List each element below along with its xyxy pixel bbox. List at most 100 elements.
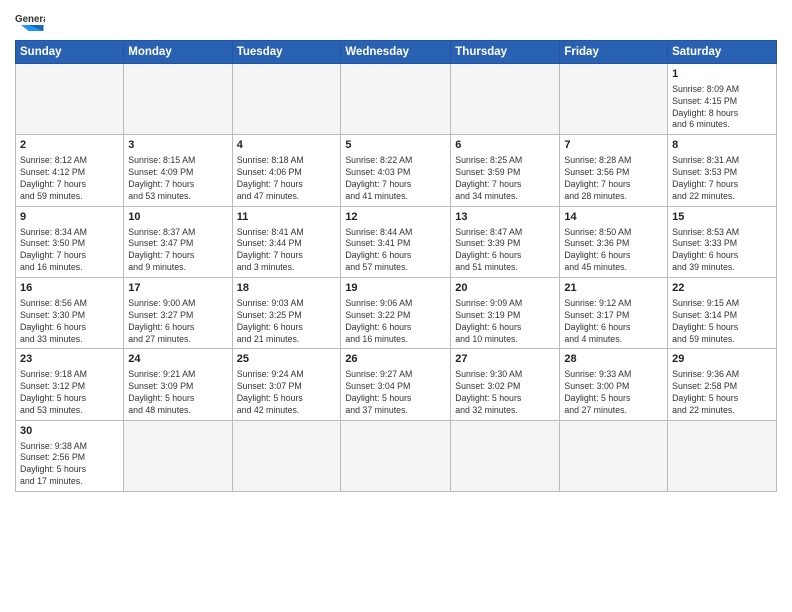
day-info: Sunrise: 9:12 AM Sunset: 3:17 PM Dayligh… [564,298,663,346]
day-info: Sunrise: 8:28 AM Sunset: 3:56 PM Dayligh… [564,155,663,203]
calendar-cell: 7 Sunrise: 8:28 AM Sunset: 3:56 PM Daylig… [560,135,668,206]
day-number: 19 [345,281,446,296]
calendar-cell [232,64,341,135]
day-number: 30 [20,424,119,439]
calendar-cell [451,64,560,135]
day-number: 17 [128,281,227,296]
calendar-cell: 3 Sunrise: 8:15 AM Sunset: 4:09 PM Daylig… [124,135,232,206]
day-number: 25 [237,352,337,367]
weekday-header-thursday: Thursday [451,41,560,64]
calendar-week-4: 16 Sunrise: 8:56 AM Sunset: 3:30 PM Dayli… [16,278,777,349]
calendar-cell [124,64,232,135]
calendar-cell: 14 Sunrise: 8:50 AM Sunset: 3:36 PM Dayli… [560,206,668,277]
day-info: Sunrise: 8:15 AM Sunset: 4:09 PM Dayligh… [128,155,227,203]
calendar-cell: 22Sunrise: 9:15 AM Sunset: 3:14 PM Dayli… [668,278,777,349]
day-info: Sunrise: 8:44 AM Sunset: 3:41 PM Dayligh… [345,227,446,275]
calendar-cell: 21 Sunrise: 9:12 AM Sunset: 3:17 PM Dayli… [560,278,668,349]
calendar-cell: 23 Sunrise: 9:18 AM Sunset: 3:12 PM Dayli… [16,349,124,420]
day-info: Sunrise: 9:33 AM Sunset: 3:00 PM Dayligh… [564,369,663,417]
day-info: Sunrise: 8:25 AM Sunset: 3:59 PM Dayligh… [455,155,555,203]
day-number: 13 [455,210,555,225]
calendar-cell: 24 Sunrise: 9:21 AM Sunset: 3:09 PM Dayli… [124,349,232,420]
calendar-cell [560,64,668,135]
weekday-header-monday: Monday [124,41,232,64]
day-number: 9 [20,210,119,225]
day-number: 11 [237,210,337,225]
day-number: 18 [237,281,337,296]
day-number: 27 [455,352,555,367]
day-number: 23 [20,352,119,367]
calendar-cell: 20 Sunrise: 9:09 AM Sunset: 3:19 PM Dayli… [451,278,560,349]
calendar-week-5: 23 Sunrise: 9:18 AM Sunset: 3:12 PM Dayli… [16,349,777,420]
weekday-header-saturday: Saturday [668,41,777,64]
calendar-cell: 28 Sunrise: 9:33 AM Sunset: 3:00 PM Dayli… [560,349,668,420]
day-number: 2 [20,138,119,153]
day-number: 3 [128,138,227,153]
calendar-cell [451,420,560,491]
calendar-cell [560,420,668,491]
calendar-cell: 6 Sunrise: 8:25 AM Sunset: 3:59 PM Daylig… [451,135,560,206]
svg-text:General: General [15,14,45,25]
calendar-cell [341,420,451,491]
day-number: 21 [564,281,663,296]
day-info: Sunrise: 9:21 AM Sunset: 3:09 PM Dayligh… [128,369,227,417]
day-number: 29 [672,352,772,367]
calendar-cell [16,64,124,135]
calendar-cell: 9 Sunrise: 8:34 AM Sunset: 3:50 PM Daylig… [16,206,124,277]
day-info: Sunrise: 8:41 AM Sunset: 3:44 PM Dayligh… [237,227,337,275]
calendar-cell: 18Sunrise: 9:03 AM Sunset: 3:25 PM Dayli… [232,278,341,349]
day-info: Sunrise: 9:27 AM Sunset: 3:04 PM Dayligh… [345,369,446,417]
weekday-header-tuesday: Tuesday [232,41,341,64]
calendar-table: SundayMondayTuesdayWednesdayThursdayFrid… [15,40,777,492]
logo-icon: General [15,10,45,34]
day-info: Sunrise: 9:06 AM Sunset: 3:22 PM Dayligh… [345,298,446,346]
day-info: Sunrise: 8:31 AM Sunset: 3:53 PM Dayligh… [672,155,772,203]
day-number: 16 [20,281,119,296]
day-number: 6 [455,138,555,153]
day-info: Sunrise: 9:09 AM Sunset: 3:19 PM Dayligh… [455,298,555,346]
calendar-cell: 16 Sunrise: 8:56 AM Sunset: 3:30 PM Dayli… [16,278,124,349]
day-info: Sunrise: 9:18 AM Sunset: 3:12 PM Dayligh… [20,369,119,417]
logo: General [15,10,49,34]
day-info: Sunrise: 8:47 AM Sunset: 3:39 PM Dayligh… [455,227,555,275]
day-info: Sunrise: 8:53 AM Sunset: 3:33 PM Dayligh… [672,227,772,275]
calendar-page: General SundayMondayTuesdayWednesdayThur… [0,0,792,612]
day-number: 28 [564,352,663,367]
calendar-cell: 13 Sunrise: 8:47 AM Sunset: 3:39 PM Dayli… [451,206,560,277]
calendar-cell: 5Sunrise: 8:22 AM Sunset: 4:03 PM Daylig… [341,135,451,206]
day-info: Sunrise: 8:18 AM Sunset: 4:06 PM Dayligh… [237,155,337,203]
calendar-week-2: 2Sunrise: 8:12 AM Sunset: 4:12 PM Daylig… [16,135,777,206]
day-info: Sunrise: 9:38 AM Sunset: 2:56 PM Dayligh… [20,441,119,489]
day-info: Sunrise: 8:09 AM Sunset: 4:15 PM Dayligh… [672,84,772,132]
day-info: Sunrise: 9:30 AM Sunset: 3:02 PM Dayligh… [455,369,555,417]
calendar-cell: 29 Sunrise: 9:36 AM Sunset: 2:58 PM Dayli… [668,349,777,420]
day-info: Sunrise: 8:34 AM Sunset: 3:50 PM Dayligh… [20,227,119,275]
day-number: 1 [672,67,772,82]
day-info: Sunrise: 8:50 AM Sunset: 3:36 PM Dayligh… [564,227,663,275]
calendar-cell: 26Sunrise: 9:27 AM Sunset: 3:04 PM Dayli… [341,349,451,420]
calendar-cell: 10 Sunrise: 8:37 AM Sunset: 3:47 PM Dayli… [124,206,232,277]
day-info: Sunrise: 8:22 AM Sunset: 4:03 PM Dayligh… [345,155,446,203]
calendar-cell: 12Sunrise: 8:44 AM Sunset: 3:41 PM Dayli… [341,206,451,277]
header: General [15,10,777,34]
day-number: 14 [564,210,663,225]
day-number: 7 [564,138,663,153]
day-number: 15 [672,210,772,225]
calendar-cell [668,420,777,491]
day-number: 24 [128,352,227,367]
day-number: 8 [672,138,772,153]
day-number: 20 [455,281,555,296]
calendar-week-1: 1 Sunrise: 8:09 AM Sunset: 4:15 PM Daylig… [16,64,777,135]
day-info: Sunrise: 9:24 AM Sunset: 3:07 PM Dayligh… [237,369,337,417]
day-number: 10 [128,210,227,225]
day-info: Sunrise: 9:36 AM Sunset: 2:58 PM Dayligh… [672,369,772,417]
calendar-cell: 15 Sunrise: 8:53 AM Sunset: 3:33 PM Dayli… [668,206,777,277]
calendar-cell: 17Sunrise: 9:00 AM Sunset: 3:27 PM Dayli… [124,278,232,349]
calendar-cell: 8 Sunrise: 8:31 AM Sunset: 3:53 PM Daylig… [668,135,777,206]
day-info: Sunrise: 8:37 AM Sunset: 3:47 PM Dayligh… [128,227,227,275]
calendar-header-row: SundayMondayTuesdayWednesdayThursdayFrid… [16,41,777,64]
weekday-header-sunday: Sunday [16,41,124,64]
calendar-cell: 30 Sunrise: 9:38 AM Sunset: 2:56 PM Dayli… [16,420,124,491]
day-info: Sunrise: 8:56 AM Sunset: 3:30 PM Dayligh… [20,298,119,346]
calendar-cell [124,420,232,491]
